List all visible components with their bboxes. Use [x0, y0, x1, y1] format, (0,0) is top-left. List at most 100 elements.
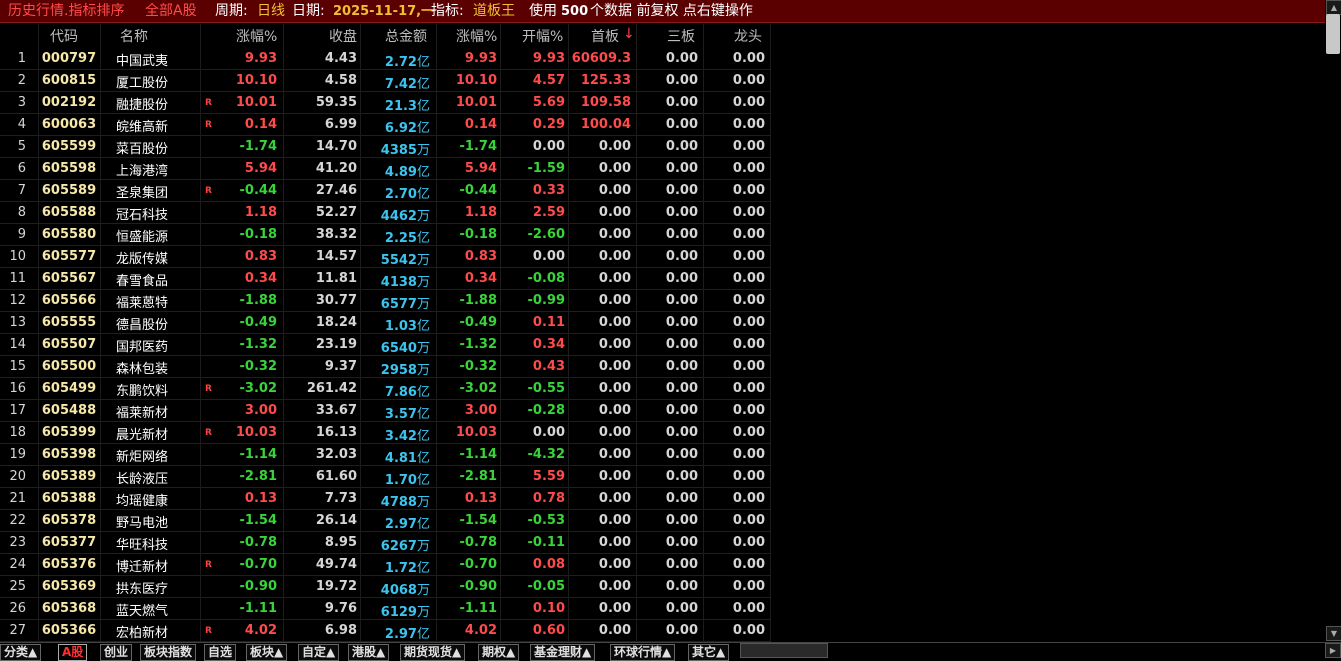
amount-unit: 亿: [416, 561, 430, 576]
indicator-value[interactable]: 道板王: [473, 2, 515, 20]
third-board: 0.00: [665, 95, 698, 110]
table-row[interactable]: 3 002192 融捷股份 R 10.01 59.35 10.01 5.69 109.58 0.0…: [0, 92, 770, 114]
col-header-open[interactable]: 开幅%: [522, 26, 563, 46]
table-row[interactable]: 14 605507 国邦医药 -1.32 23.19 -1.32 0.34 0.00 0.00 0…: [0, 334, 770, 356]
tab-9[interactable]: 期权▲: [478, 644, 520, 661]
table-row[interactable]: 2 600815 厦工股份 10.10 4.58 10.10 4.57 125.33 0.00 0…: [0, 70, 770, 92]
tab-2[interactable]: 创业: [100, 644, 133, 661]
amount-value: 6577: [380, 297, 417, 312]
scroll-thumb[interactable]: [1326, 14, 1340, 54]
tab-0[interactable]: 分类▲: [0, 644, 42, 661]
col-header-pct2[interactable]: 涨幅%: [456, 26, 497, 46]
data-note-count: 500: [561, 4, 589, 19]
table-row[interactable]: 7 605589 圣泉集团 R -0.44 27.46 -0.44 0.33 0.00 0.00 0…: [0, 180, 770, 202]
horizontal-scrollbar[interactable]: [740, 643, 828, 658]
col-header-leader[interactable]: 龙头: [734, 26, 762, 46]
amount-unit: 亿: [416, 77, 430, 92]
close-price: 61.60: [315, 469, 357, 484]
scroll-right-icon[interactable]: ▶: [1325, 643, 1341, 658]
stock-name: 新炬网络: [116, 450, 169, 465]
row-index: 21: [9, 491, 26, 506]
table-row[interactable]: 12 605566 福莱蒽特 -1.88 30.77 -1.88 -0.99 0.00 0.00…: [0, 290, 770, 312]
amount-unit: 亿: [416, 319, 430, 334]
table-row[interactable]: 16 605499 东鹏饮料 R -3.02 261.42 -3.02 -0.55 0.00 0.…: [0, 378, 770, 400]
table-row[interactable]: 20 605389 长龄液压 -2.81 61.60 -2.81 5.59 0.00 0.00 0…: [0, 466, 770, 488]
table-row[interactable]: 15 605500 森林包装 -0.32 9.37 -0.32 0.43 0.00 0.00 0.…: [0, 356, 770, 378]
open-pct: -0.08: [527, 271, 565, 286]
open-pct: 0.00: [532, 139, 565, 154]
table-row[interactable]: 17 605488 福莱新材 3.00 33.67 3.00 -0.28 0.00 0.00 0.…: [0, 400, 770, 422]
table-row[interactable]: 27 605366 宏柏新材 R 4.02 6.98 4.02 0.60 0.00 0.00 0.0…: [0, 620, 770, 642]
table-row[interactable]: 18 605399 晨光新材 R 10.03 16.13 10.03 0.00 0.00 0.00…: [0, 422, 770, 444]
tab-5[interactable]: 板块▲: [246, 644, 288, 661]
total-amount: 7.42亿: [360, 73, 430, 92]
table-row[interactable]: 26 605368 蓝天燃气 -1.11 9.76 -1.11 0.10 0.00 0.00 0.…: [0, 598, 770, 620]
table-row[interactable]: 9 605580 恒盛能源 -0.18 38.32 -0.18 -2.60 0.00 0.00 0…: [0, 224, 770, 246]
table-row[interactable]: 11 605567 春雪食品 0.34 11.81 0.34 -0.08 0.00 0.00 0.…: [0, 268, 770, 290]
tab-10[interactable]: 基金理财▲: [530, 644, 596, 661]
stock-code: 605598: [41, 161, 97, 176]
first-board: 0.00: [598, 293, 631, 308]
module-title[interactable]: 历史行情.指标排序: [8, 2, 124, 20]
stock-code: 605567: [41, 271, 97, 286]
open-pct: 5.59: [532, 469, 565, 484]
col-header-amount[interactable]: 总金额: [385, 26, 427, 46]
amount-unit: 万: [416, 341, 430, 356]
tab-4[interactable]: 自选: [204, 644, 237, 661]
col-header-name[interactable]: 名称: [120, 26, 148, 46]
row-index: 16: [9, 381, 26, 396]
date-value[interactable]: 2025-11-17,一: [333, 3, 434, 21]
amount-value: 6.92: [384, 121, 417, 136]
tab-6[interactable]: 自定▲: [298, 644, 340, 661]
table-row[interactable]: 24 605376 博迁新材 R -0.70 49.74 -0.70 0.08 0.00 0.00…: [0, 554, 770, 576]
leader: 0.00: [732, 469, 765, 484]
open-pct: -2.60: [527, 227, 565, 242]
tab-3[interactable]: 板块指数: [140, 644, 197, 661]
table-row[interactable]: 6 605598 上海港湾 5.94 41.20 5.94 -1.59 0.00 0.00 0.0…: [0, 158, 770, 180]
col-header-third-board[interactable]: 三板: [667, 26, 695, 46]
table-row[interactable]: 10 605577 龙版传媒 0.83 14.57 0.83 0.00 0.00 0.00 0.0…: [0, 246, 770, 268]
col-header-close[interactable]: 收盘: [329, 26, 357, 46]
total-amount: 6267万: [360, 535, 430, 554]
close-price: 16.13: [315, 425, 357, 440]
change-pct: 3.00: [244, 403, 277, 418]
amount-unit: 亿: [416, 385, 430, 400]
tab-7[interactable]: 港股▲: [348, 644, 390, 661]
table-row[interactable]: 19 605398 新炬网络 -1.14 32.03 -1.14 -4.32 0.00 0.00…: [0, 444, 770, 466]
stock-code: 605555: [41, 315, 97, 330]
tab-12[interactable]: 其它▲: [688, 644, 730, 661]
table-row[interactable]: 5 605599 菜百股份 -1.74 14.70 -1.74 0.00 0.00 0.00 0.…: [0, 136, 770, 158]
table-row[interactable]: 4 600063 皖维高新 R 0.14 6.99 0.14 0.29 100.04 0.00 0.…: [0, 114, 770, 136]
change-pct-2: -1.88: [459, 293, 497, 308]
table-row[interactable]: 1 000797 中国武夷 9.93 4.43 9.93 9.93 60609.3 0.00 0.…: [0, 48, 770, 70]
col-header-code[interactable]: 代码: [50, 26, 78, 46]
total-amount: 5542万: [360, 249, 430, 268]
vertical-scrollbar[interactable]: ▲ ▼: [1325, 0, 1341, 642]
stock-code: 605500: [41, 359, 97, 374]
col-header-first-board[interactable]: 首板: [591, 26, 619, 46]
table-row[interactable]: 13 605555 德昌股份 -0.49 18.24 -0.49 0.11 0.00 0.00 0…: [0, 312, 770, 334]
change-pct-2: 0.34: [464, 271, 497, 286]
table-row[interactable]: 22 605378 野马电池 -1.54 26.14 -1.54 -0.53 0.00 0.00…: [0, 510, 770, 532]
third-board: 0.00: [665, 557, 698, 572]
close-price: 4.43: [324, 51, 357, 66]
table-row[interactable]: 25 605369 拱东医疗 -0.90 19.72 -0.90 -0.05 0.00 0.00…: [0, 576, 770, 598]
tab-1[interactable]: A股: [58, 644, 88, 661]
table-row[interactable]: 23 605377 华旺科技 -0.78 8.95 -0.78 -0.11 0.00 0.00 0…: [0, 532, 770, 554]
tab-11[interactable]: 环球行情▲: [610, 644, 676, 661]
scroll-up-icon[interactable]: ▲: [1326, 0, 1341, 15]
tab-8[interactable]: 期货现货▲: [400, 644, 466, 661]
table-row[interactable]: 21 605388 均瑶健康 0.13 7.73 0.13 0.78 0.00 0.00 0.00…: [0, 488, 770, 510]
col-header-pct[interactable]: 涨幅%: [236, 26, 277, 46]
first-board: 0.00: [598, 161, 631, 176]
table-row[interactable]: 8 605588 冠石科技 1.18 52.27 1.18 2.59 0.00 0.00 0.00…: [0, 202, 770, 224]
total-amount: 6540万: [360, 337, 430, 356]
market-selector[interactable]: 全部A股: [145, 2, 197, 20]
third-board: 0.00: [665, 579, 698, 594]
amount-unit: 亿: [416, 187, 430, 202]
period-value[interactable]: 日线: [257, 2, 285, 20]
leader: 0.00: [732, 95, 765, 110]
change-pct: 0.34: [244, 271, 277, 286]
scroll-down-icon[interactable]: ▼: [1326, 626, 1341, 641]
open-pct: 9.93: [532, 51, 565, 66]
